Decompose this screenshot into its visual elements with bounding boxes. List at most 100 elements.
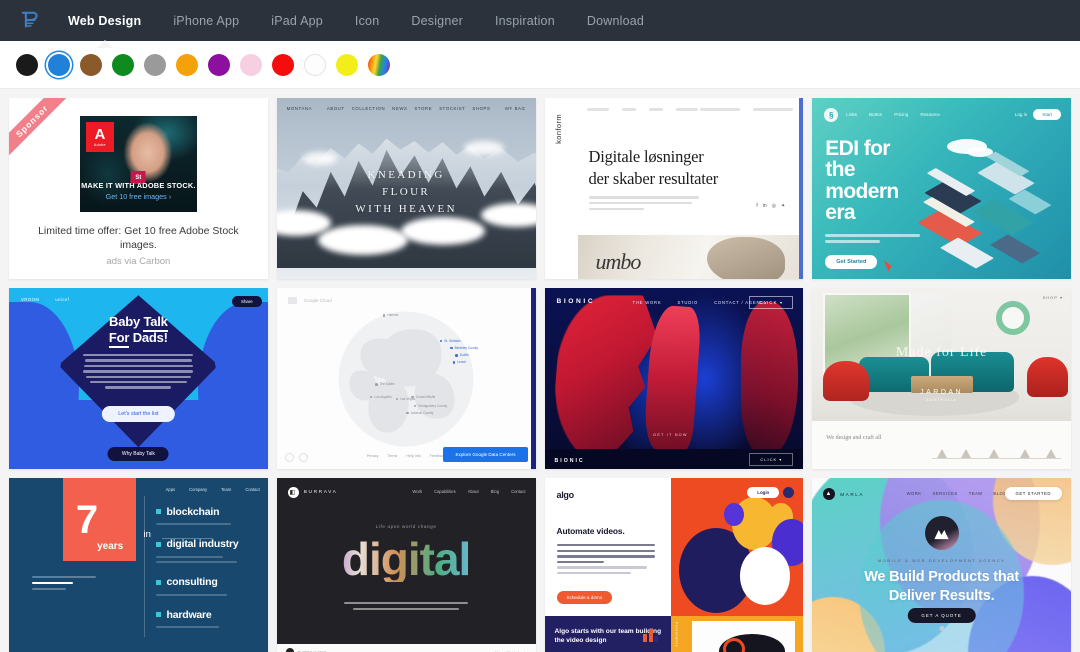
gallery-card-google-cloud-globe[interactable]: Google Cloud Hamina St. Ghislain Berkele… <box>276 288 536 469</box>
nav-link[interactable]: SERVICES <box>933 491 958 496</box>
color-swatch-blue[interactable] <box>48 53 70 76</box>
ad-attribution[interactable]: ads via Carbon <box>21 256 256 267</box>
nav-item-inspiration[interactable]: Inspiration <box>479 0 571 41</box>
color-swatch-pink[interactable] <box>240 53 262 76</box>
start-button[interactable]: Start <box>1033 109 1061 120</box>
bionic-footer-button[interactable]: CLICK ▾ <box>749 453 794 466</box>
marla-header-cta[interactable]: GET STARTED <box>1004 487 1062 500</box>
nav-link[interactable]: NEWS <box>392 106 407 111</box>
service-item[interactable]: consulting <box>156 572 257 596</box>
footer-link[interactable]: Help Info <box>406 454 420 458</box>
nav-link[interactable]: Apps <box>166 487 176 492</box>
edi-cta-button[interactable]: Get Started <box>825 255 878 269</box>
nav-link[interactable]: STORE <box>414 106 432 111</box>
color-swatch-yellow[interactable] <box>336 53 358 76</box>
service-item[interactable]: hardware <box>156 605 257 629</box>
nav-item-download[interactable]: Download <box>571 0 660 41</box>
login-link[interactable]: Log in <box>1015 112 1028 117</box>
nav-link[interactable]: Team <box>221 487 231 492</box>
marla-logo[interactable]: ▲ MARLA <box>823 488 864 500</box>
gallery-card-mountain[interactable]: MONTANA ABOUT COLLECTION NEWS STORE STOC… <box>276 98 536 279</box>
nav-link[interactable]: About <box>468 489 479 494</box>
footer-link[interactable]: Privacy <box>367 454 379 458</box>
nav-link[interactable]: STOCKIST <box>439 106 465 111</box>
burrava-logo[interactable]: ◧ BURRAVA <box>287 487 338 498</box>
nav-link[interactable]: Work <box>412 489 422 494</box>
algo-cta-button[interactable]: Schedule a demo <box>556 590 613 604</box>
gallery-card-jardan[interactable]: Made for Life JARDAN AUSTRALIA SHOP ▾ We… <box>812 288 1071 469</box>
bionic-site-nav: THE WORK STUDIO CONTACT / AGENCY <box>633 300 768 305</box>
instagram-icon[interactable]: ◎ <box>772 203 776 209</box>
linkedin-icon[interactable]: in <box>763 203 767 209</box>
nav-link-placeholder[interactable] <box>675 108 698 111</box>
jardan-shop-link[interactable]: SHOP ▾ <box>1043 295 1063 300</box>
nav-link-placeholder[interactable] <box>648 108 663 111</box>
gallery-card-edi[interactable]: § Links Button Pricing Resource Log in S… <box>812 98 1071 279</box>
nav-link[interactable]: THE WORK <box>633 300 662 305</box>
gallery-card-marla[interactable]: ▲ MARLA WORK SERVICES TEAM BLOG GET STAR… <box>812 478 1071 652</box>
nav-link-placeholder[interactable] <box>586 108 609 111</box>
mountain-brand[interactable]: MONTANA <box>287 106 312 111</box>
nav-link[interactable]: Links <box>846 112 857 117</box>
konform-brand[interactable]: konform <box>554 114 563 144</box>
service-item[interactable]: blockchain <box>156 502 257 526</box>
globe-cta-button[interactable]: Explore Google Data Centers <box>443 447 528 462</box>
nav-link[interactable]: STUDIO <box>677 300 698 305</box>
nav-link-placeholder[interactable] <box>621 108 636 111</box>
algo-brand[interactable]: algo <box>557 490 660 500</box>
gallery-card-sponsored-ad[interactable]: Sponsor A Adobe St MAKE IT WITH ADOBE ST… <box>9 98 268 279</box>
color-swatch-gray[interactable] <box>144 53 166 76</box>
nav-link[interactable]: Button <box>869 112 882 117</box>
nav-item-iphone-app[interactable]: iPhone App <box>157 0 255 41</box>
nav-item-designer[interactable]: Designer <box>395 0 479 41</box>
nav-item-icon[interactable]: Icon <box>339 0 395 41</box>
nav-link[interactable]: Contact <box>511 489 525 494</box>
gallery-card-algo[interactable]: algo Automate videos. Schedule a demo Lo… <box>544 478 804 652</box>
nav-link[interactable]: ABOUT <box>327 106 345 111</box>
nav-link[interactable]: WORK <box>907 491 922 496</box>
color-swatch-orange[interactable] <box>176 53 198 76</box>
nav-link[interactable]: Capabilities <box>434 489 456 494</box>
gallery-card-seven-years[interactable]: Apps Company Team Contact 7 years in blo… <box>9 478 268 652</box>
nav-link[interactable]: TEAM <box>969 491 983 496</box>
nav-link[interactable]: COLLECTION <box>352 106 385 111</box>
color-swatch-white[interactable] <box>304 53 326 76</box>
facebook-icon[interactable]: f <box>756 203 757 209</box>
gallery-card-baby-talk[interactable]: VROOM · unicef Share Baby Talk For Dads!… <box>9 288 268 469</box>
why-baby-talk-button[interactable]: Why Baby Talk <box>107 447 169 461</box>
twitter-icon[interactable]: ✦ <box>781 203 785 209</box>
nav-link[interactable]: SHOPS <box>472 106 490 111</box>
baby-talk-cta-button[interactable]: Let's start the list <box>102 406 175 422</box>
site-logo[interactable] <box>8 0 52 41</box>
nav-link[interactable]: Blog <box>491 489 499 494</box>
algo-login-button[interactable]: Login <box>747 487 780 498</box>
nav-link[interactable]: Pricing <box>894 112 908 117</box>
bionic-dropdown-button[interactable]: CLICK ▾ <box>749 296 794 309</box>
service-item[interactable]: digital industry <box>156 534 257 564</box>
globe-brand[interactable]: Google Cloud <box>304 298 332 303</box>
ad-caption: Limited time offer: Get 10 free Adobe St… <box>38 225 239 252</box>
nav-link[interactable]: Resource <box>920 112 940 117</box>
ad-banner-cta[interactable]: Get 10 free images › <box>80 192 197 201</box>
footer-link[interactable]: Terms <box>388 454 398 458</box>
algo-menu-icon[interactable] <box>783 487 795 498</box>
color-swatch-red[interactable] <box>272 53 294 76</box>
marla-cta-button[interactable]: GET A QUOTE <box>907 608 976 623</box>
nav-item-ipad-app[interactable]: iPad App <box>255 0 339 41</box>
ad-banner-image[interactable]: A Adobe St MAKE IT WITH ADOBE STOCK. Get… <box>79 116 197 212</box>
gallery-card-bionic[interactable]: BIONIC THE WORK STUDIO CONTACT / AGENCY … <box>544 288 804 469</box>
share-button[interactable]: Share <box>232 296 262 307</box>
color-swatch-purple[interactable] <box>208 53 230 76</box>
color-swatch-rainbow[interactable] <box>368 53 390 76</box>
gallery-card-konform[interactable]: konform Digitale løsninger der skaber re… <box>544 98 804 279</box>
color-swatch-green[interactable] <box>112 53 134 76</box>
mountain-cart-link[interactable]: MY BAG <box>505 106 525 111</box>
nav-link[interactable]: Contact <box>245 487 259 492</box>
color-swatch-brown[interactable] <box>80 53 102 76</box>
gallery-card-digital[interactable]: ◧ BURRAVA Work Capabilities About Blog C… <box>276 478 536 652</box>
edi-logo-icon[interactable]: § <box>824 108 839 122</box>
color-swatch-black[interactable] <box>16 53 38 76</box>
nav-link[interactable]: Company <box>189 487 207 492</box>
nav-item-web-design[interactable]: Web Design <box>52 0 157 41</box>
bionic-logo[interactable]: BIONIC <box>557 298 596 305</box>
